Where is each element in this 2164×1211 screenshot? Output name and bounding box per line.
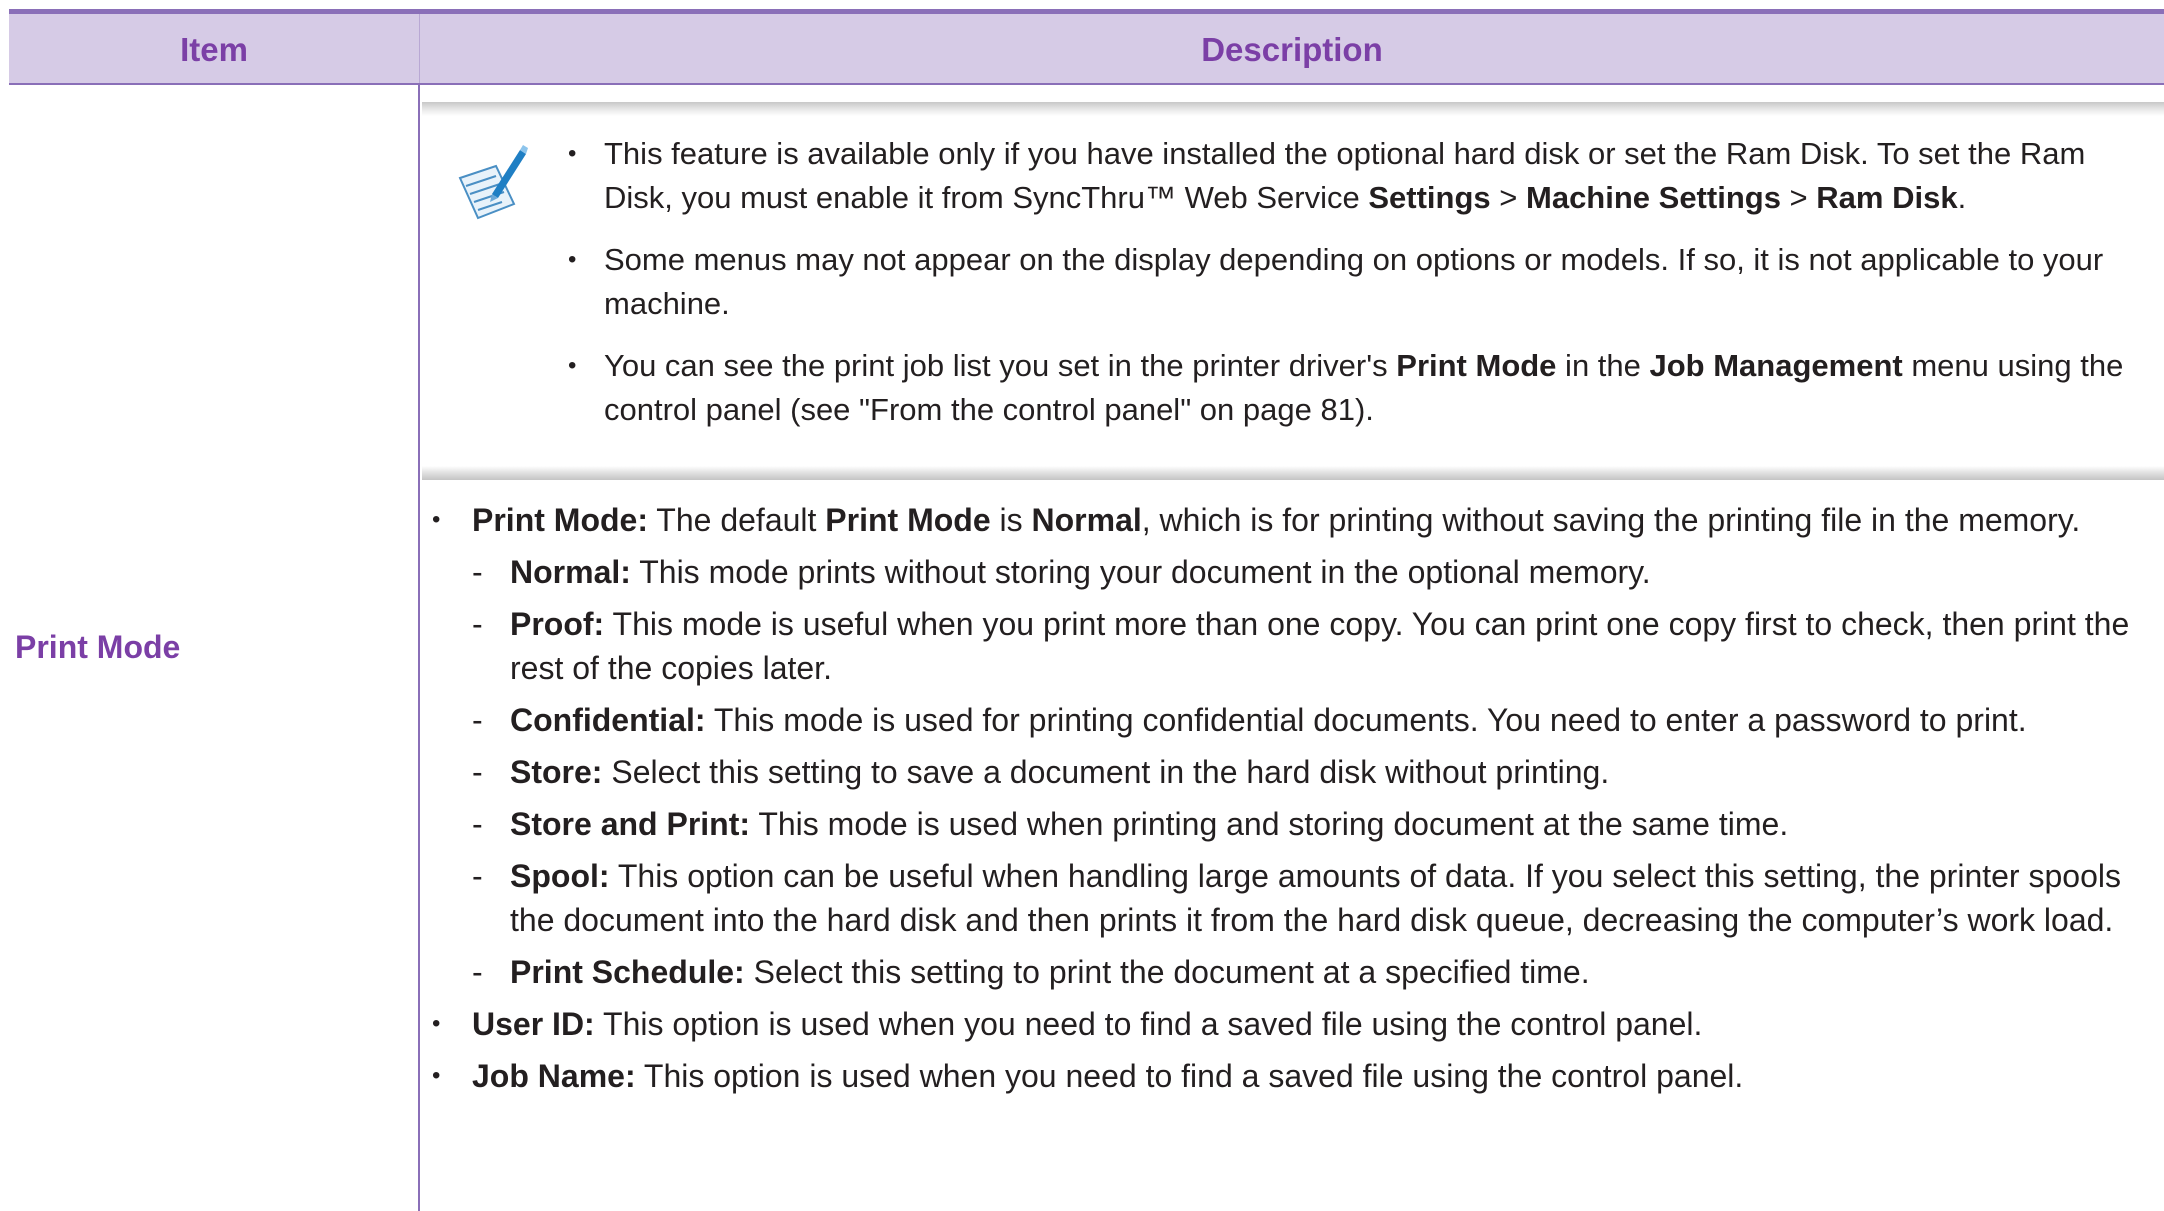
text-run: This option is used when you need to fin… <box>635 1058 1744 1094</box>
bold-term: Normal <box>1031 502 1142 538</box>
bold-term: Job Management <box>1649 348 1903 383</box>
header-bottom-rule <box>9 83 2164 85</box>
bold-term: Store: <box>510 754 603 790</box>
bold-term: Confidential: <box>510 702 706 738</box>
text-run: in the <box>1556 348 1650 383</box>
text-run: This option is used when you need to fin… <box>594 1006 1703 1042</box>
note-item: Some menus may not appear on the display… <box>568 238 2162 326</box>
sub-list-item: Store and Print: This mode is used when … <box>422 802 2162 846</box>
description-content: Print Mode: The default Print Mode is No… <box>422 498 2162 1106</box>
bold-term: Print Mode <box>825 502 991 538</box>
text-run: > <box>1490 180 1526 215</box>
header-description: Description <box>1201 31 1383 68</box>
column-divider <box>418 85 420 1211</box>
sub-list-item: Store: Select this setting to save a doc… <box>422 750 2162 794</box>
text-run: . <box>1957 180 1967 215</box>
bold-term: Print Mode <box>1396 348 1557 383</box>
note-top-bar <box>422 102 2164 116</box>
note-item: This feature is available only if you ha… <box>568 132 2162 220</box>
note-box: This feature is available only if you ha… <box>422 102 2164 480</box>
sub-list-item: Proof: This mode is useful when you prin… <box>422 602 2162 690</box>
text-run: The default <box>647 502 826 538</box>
text-run: , which is for printing without saving t… <box>1141 502 2081 538</box>
text-run: You can see the print job list you set i… <box>604 348 1397 383</box>
bold-term: Machine Settings <box>1526 180 1781 215</box>
sub-list-item: Print Schedule: Select this setting to p… <box>422 950 2162 994</box>
note-pen-icon <box>456 142 528 224</box>
text-run: This option can be useful when handling … <box>510 858 2121 938</box>
bold-term: Normal: <box>510 554 631 590</box>
text-run: This mode is used for printing confident… <box>705 702 2027 738</box>
header-item: Item <box>180 31 248 68</box>
note-bottom-bar <box>422 466 2164 480</box>
bold-term: Print Mode: <box>472 502 648 538</box>
bullet-list-item: Print Mode: The default Print Mode is No… <box>422 498 2162 542</box>
bullet-list-item: Job Name: This option is used when you n… <box>422 1054 2162 1098</box>
text-run: is <box>990 502 1032 538</box>
text-run: This mode prints without storing your do… <box>630 554 1651 590</box>
bold-term: Settings <box>1368 180 1491 215</box>
text-run: This mode is used when printing and stor… <box>750 806 1789 842</box>
bold-term: Job Name: <box>472 1058 636 1094</box>
item-print-mode: Print Mode <box>15 629 181 665</box>
text-run: Select this setting to save a document i… <box>602 754 1610 790</box>
bold-term: Spool: <box>510 858 610 894</box>
sub-list-item: Normal: This mode prints without storing… <box>422 550 2162 594</box>
bullet-list-item: User ID: This option is used when you ne… <box>422 1002 2162 1046</box>
bold-term: Proof: <box>510 606 605 642</box>
note-list: This feature is available only if you ha… <box>568 132 2162 450</box>
text-run: Select this setting to print the documen… <box>744 954 1590 990</box>
text-run: This mode is useful when you print more … <box>510 606 2130 686</box>
text-run: > <box>1780 180 1817 215</box>
bold-term: Print Schedule: <box>510 954 745 990</box>
bold-term: Ram Disk <box>1816 180 1958 215</box>
sub-list-item: Spool: This option can be useful when ha… <box>422 854 2162 942</box>
table-header: Item Description <box>9 9 2164 85</box>
text-run: Some menus may not appear on the display… <box>604 242 2104 321</box>
sub-list-item: Confidential: This mode is used for prin… <box>422 698 2162 742</box>
bold-term: Store and Print: <box>510 806 751 842</box>
bold-term: User ID: <box>472 1006 595 1042</box>
note-item: You can see the print job list you set i… <box>568 344 2162 432</box>
